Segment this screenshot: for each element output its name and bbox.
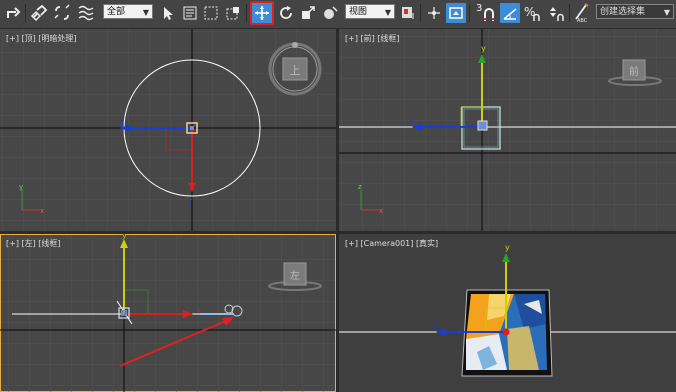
main-toolbar: 全部 ▼ 视图 ▼ 3 % ABC 创建选择集 ▼ xyxy=(0,0,676,29)
viewcube-face-label: 前 xyxy=(629,65,639,78)
edit-named-selection-icon[interactable]: ABC xyxy=(572,3,592,23)
separator xyxy=(246,4,247,22)
separator xyxy=(25,4,26,22)
selection-filter-dropdown[interactable]: 全部 ▼ xyxy=(103,4,153,19)
select-by-name-icon[interactable] xyxy=(180,3,200,23)
viewport-left-label[interactable]: [+] [左] [线框] xyxy=(6,238,61,249)
viewport-divider-horizontal[interactable] xyxy=(0,231,676,234)
named-selection-set-value: 创建选择集 xyxy=(600,7,646,17)
gizmo-axis-label-y: y xyxy=(122,234,127,240)
percent-snap-icon[interactable]: % xyxy=(522,3,542,23)
select-object-icon[interactable] xyxy=(158,3,178,23)
separator xyxy=(469,4,470,22)
separator xyxy=(420,4,421,22)
tripod-label-z: z xyxy=(358,183,362,191)
viewport-camera-scene: y z xyxy=(339,234,676,392)
viewport-front-scene: y z 前 z x xyxy=(339,29,676,231)
gizmo-axis-label-y: y xyxy=(188,196,193,205)
chevron-down-icon: ▼ xyxy=(384,8,391,17)
bind-spacewarp-icon[interactable] xyxy=(76,3,96,23)
spinner-snap-icon[interactable] xyxy=(546,3,566,23)
snap-dimension-number: 3 xyxy=(476,3,483,14)
tripod-label-y: y xyxy=(19,183,23,191)
redo-icon[interactable] xyxy=(3,3,23,23)
viewcube-face-label: 上 xyxy=(290,64,301,77)
viewport-camera-label[interactable]: [+] [Camera001] [真实] xyxy=(345,238,438,249)
gizmo-axis-label-z: z xyxy=(120,118,124,127)
viewport-top-label[interactable]: [+] [顶] [明暗处理] xyxy=(6,33,77,44)
window-crossing-icon[interactable] xyxy=(223,3,243,23)
gizmo-axis-label-x: x xyxy=(196,305,201,314)
svg-text:ABC: ABC xyxy=(577,18,588,23)
angle-snap-icon[interactable] xyxy=(500,3,520,23)
pivot-center-icon[interactable] xyxy=(398,3,418,23)
gizmo-axis-label-y: y xyxy=(505,243,510,252)
gizmo-axis-label-z: z xyxy=(409,117,413,126)
viewport-left-scene: y x 左 xyxy=(0,234,336,392)
keyboard-shortcut-override-icon[interactable] xyxy=(446,3,466,23)
select-manipulate-icon[interactable] xyxy=(424,3,444,23)
gizmo-axis-label-y: y xyxy=(481,44,486,53)
scale-icon[interactable] xyxy=(298,3,318,23)
gizmo-axis-label-z: z xyxy=(433,322,437,331)
selection-filter-value: 全部 xyxy=(107,7,126,17)
viewport-divider-vertical[interactable] xyxy=(336,29,339,392)
rotate-icon[interactable] xyxy=(276,3,296,23)
viewcube-face-label: 左 xyxy=(290,269,300,282)
chevron-down-icon: ▼ xyxy=(663,8,670,17)
rectangular-selection-icon[interactable] xyxy=(201,3,221,23)
reference-coordinate-dropdown[interactable]: 视图 ▼ xyxy=(345,4,395,19)
snaps-toggle-icon[interactable]: 3 xyxy=(473,3,499,23)
viewport-left[interactable]: y x 左 [+] [左] [线框] xyxy=(0,234,336,392)
viewport-camera[interactable]: y z [+] [Camera001] [真实] xyxy=(339,234,676,392)
viewport-front-label[interactable]: [+] [前] [线框] xyxy=(345,33,400,44)
viewport-top-scene: z y 上 y x xyxy=(0,29,336,231)
tripod-label-x: x xyxy=(379,207,383,215)
tripod-label-x: x xyxy=(40,207,44,215)
viewport-top[interactable]: z y 上 y x [+] [顶] [明暗处理] xyxy=(0,29,336,231)
viewport-front[interactable]: y z 前 z x [+] [前] [线框] xyxy=(339,29,676,231)
select-and-move-icon[interactable] xyxy=(250,1,274,25)
reference-coordinate-value: 视图 xyxy=(349,7,368,17)
separator xyxy=(569,4,570,22)
named-selection-set-dropdown[interactable]: 创建选择集 ▼ xyxy=(596,4,674,19)
chevron-down-icon: ▼ xyxy=(142,8,149,17)
unlink-icon[interactable] xyxy=(52,3,72,23)
place-icon[interactable] xyxy=(320,3,340,23)
link-icon[interactable] xyxy=(29,3,49,23)
